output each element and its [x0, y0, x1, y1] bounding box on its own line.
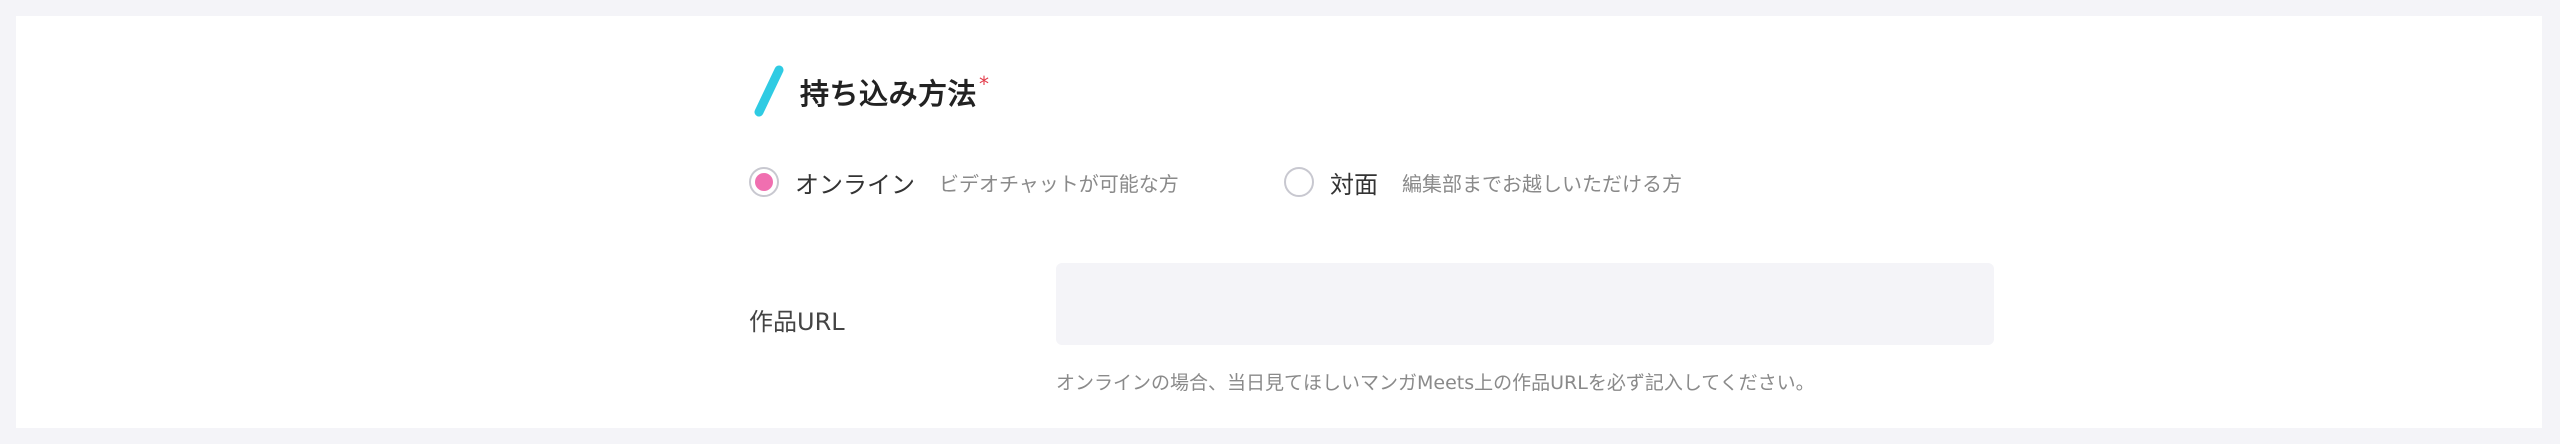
delivery-method-radio-group: オンライン ビデオチャットが可能な方 対面 編集部までお越しいただける方: [749, 150, 2049, 214]
required-mark: *: [979, 72, 990, 96]
radio-selected-dot: [755, 173, 773, 191]
slash-accent-icon: [754, 65, 784, 117]
radio-description-in-person: 編集部までお越しいただける方: [1402, 171, 1682, 196]
work-url-input[interactable]: [1056, 263, 1994, 345]
radio-button-in-person[interactable]: [1284, 167, 1314, 197]
form-content: 持ち込み方法 * オンライン ビデオチャットが可能な方 対面 編集部までお越しい…: [749, 16, 2049, 428]
radio-option-in-person[interactable]: 対面 編集部までお越しいただける方: [1284, 150, 1682, 214]
work-url-label: 作品URL: [749, 308, 845, 336]
radio-label-in-person: 対面: [1330, 170, 1378, 199]
radio-button-online[interactable]: [749, 167, 779, 197]
radio-option-online[interactable]: オンライン ビデオチャットが可能な方: [749, 150, 1179, 214]
section-header: 持ち込み方法 *: [749, 62, 989, 122]
work-url-help-text: オンラインの場合、当日見てほしいマンガMeets上の作品URLを必ず記入してくだ…: [1056, 372, 1815, 394]
radio-description-online: ビデオチャットが可能な方: [939, 171, 1179, 196]
section-title: 持ち込み方法: [800, 77, 978, 111]
radio-label-online: オンライン: [795, 170, 915, 199]
form-card: 持ち込み方法 * オンライン ビデオチャットが可能な方 対面 編集部までお越しい…: [16, 16, 2542, 428]
